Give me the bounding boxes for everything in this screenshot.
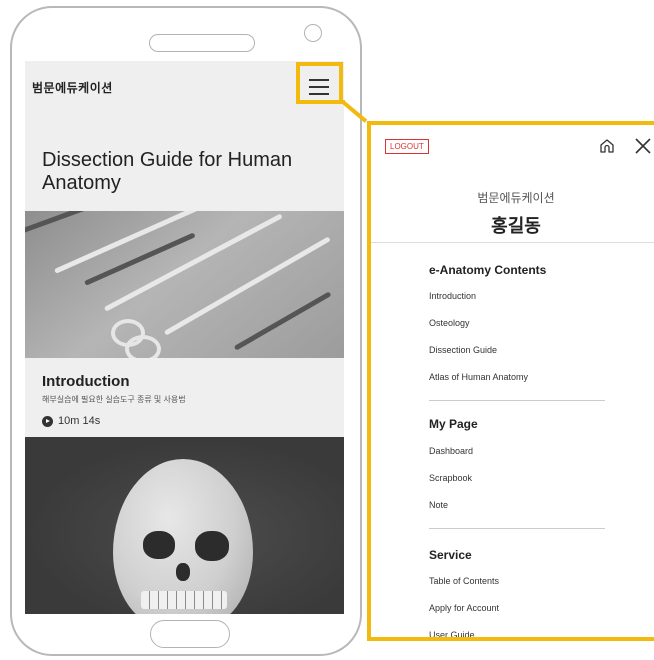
section-title-service: Service (429, 548, 472, 562)
duration-text: 10m 14s (58, 415, 101, 427)
menu-item-dashboard[interactable]: Dashboard (429, 446, 473, 456)
menu-divider (371, 242, 654, 243)
section-divider (429, 528, 605, 529)
menu-item-dissection-guide[interactable]: Dissection Guide (429, 345, 497, 355)
phone-camera (304, 24, 322, 42)
menu-item-atlas[interactable]: Atlas of Human Anatomy (429, 372, 528, 382)
card-subtitle: 해부실습에 필요한 실습도구 종류 및 사용법 (42, 395, 186, 404)
dissection-tools-image[interactable] (25, 211, 344, 358)
side-menu: LOGOUT 범문에듀케이션 홍길동 e-Anatomy Contents In… (367, 121, 654, 641)
skull-image[interactable] (25, 437, 344, 614)
menu-item-apply-account[interactable]: Apply for Account (429, 603, 499, 613)
phone-screen: 범문에듀케이션 Dissection Guide for Human Anato… (25, 61, 344, 614)
menu-item-osteology[interactable]: Osteology (429, 318, 470, 328)
section-title-my-page: My Page (429, 417, 478, 431)
home-icon[interactable] (599, 138, 615, 154)
menu-item-scrapbook[interactable]: Scrapbook (429, 473, 472, 483)
section-divider (429, 400, 605, 401)
menu-item-note[interactable]: Note (429, 500, 448, 510)
play-icon (42, 415, 53, 427)
hero-title: Dissection Guide for Human Anatomy (42, 149, 293, 194)
menu-item-user-guide[interactable]: User Guide (429, 630, 475, 637)
phone-speaker (149, 34, 255, 52)
menu-org-name: 범문에듀케이션 (477, 191, 555, 205)
menu-user-name: 홍길동 (491, 216, 541, 236)
hamburger-highlight (296, 62, 343, 104)
card-title[interactable]: Introduction (42, 373, 129, 390)
brand-name[interactable]: 범문에듀케이션 (32, 79, 113, 96)
logout-button[interactable]: LOGOUT (385, 139, 429, 154)
close-icon[interactable] (633, 136, 653, 156)
video-duration: 10m 14s (42, 415, 100, 427)
menu-item-table-of-contents[interactable]: Table of Contents (429, 576, 499, 586)
phone-home-button[interactable] (150, 620, 230, 648)
menu-item-introduction[interactable]: Introduction (429, 291, 476, 301)
skull-shape (113, 459, 253, 614)
section-title-contents: e-Anatomy Contents (429, 263, 547, 277)
